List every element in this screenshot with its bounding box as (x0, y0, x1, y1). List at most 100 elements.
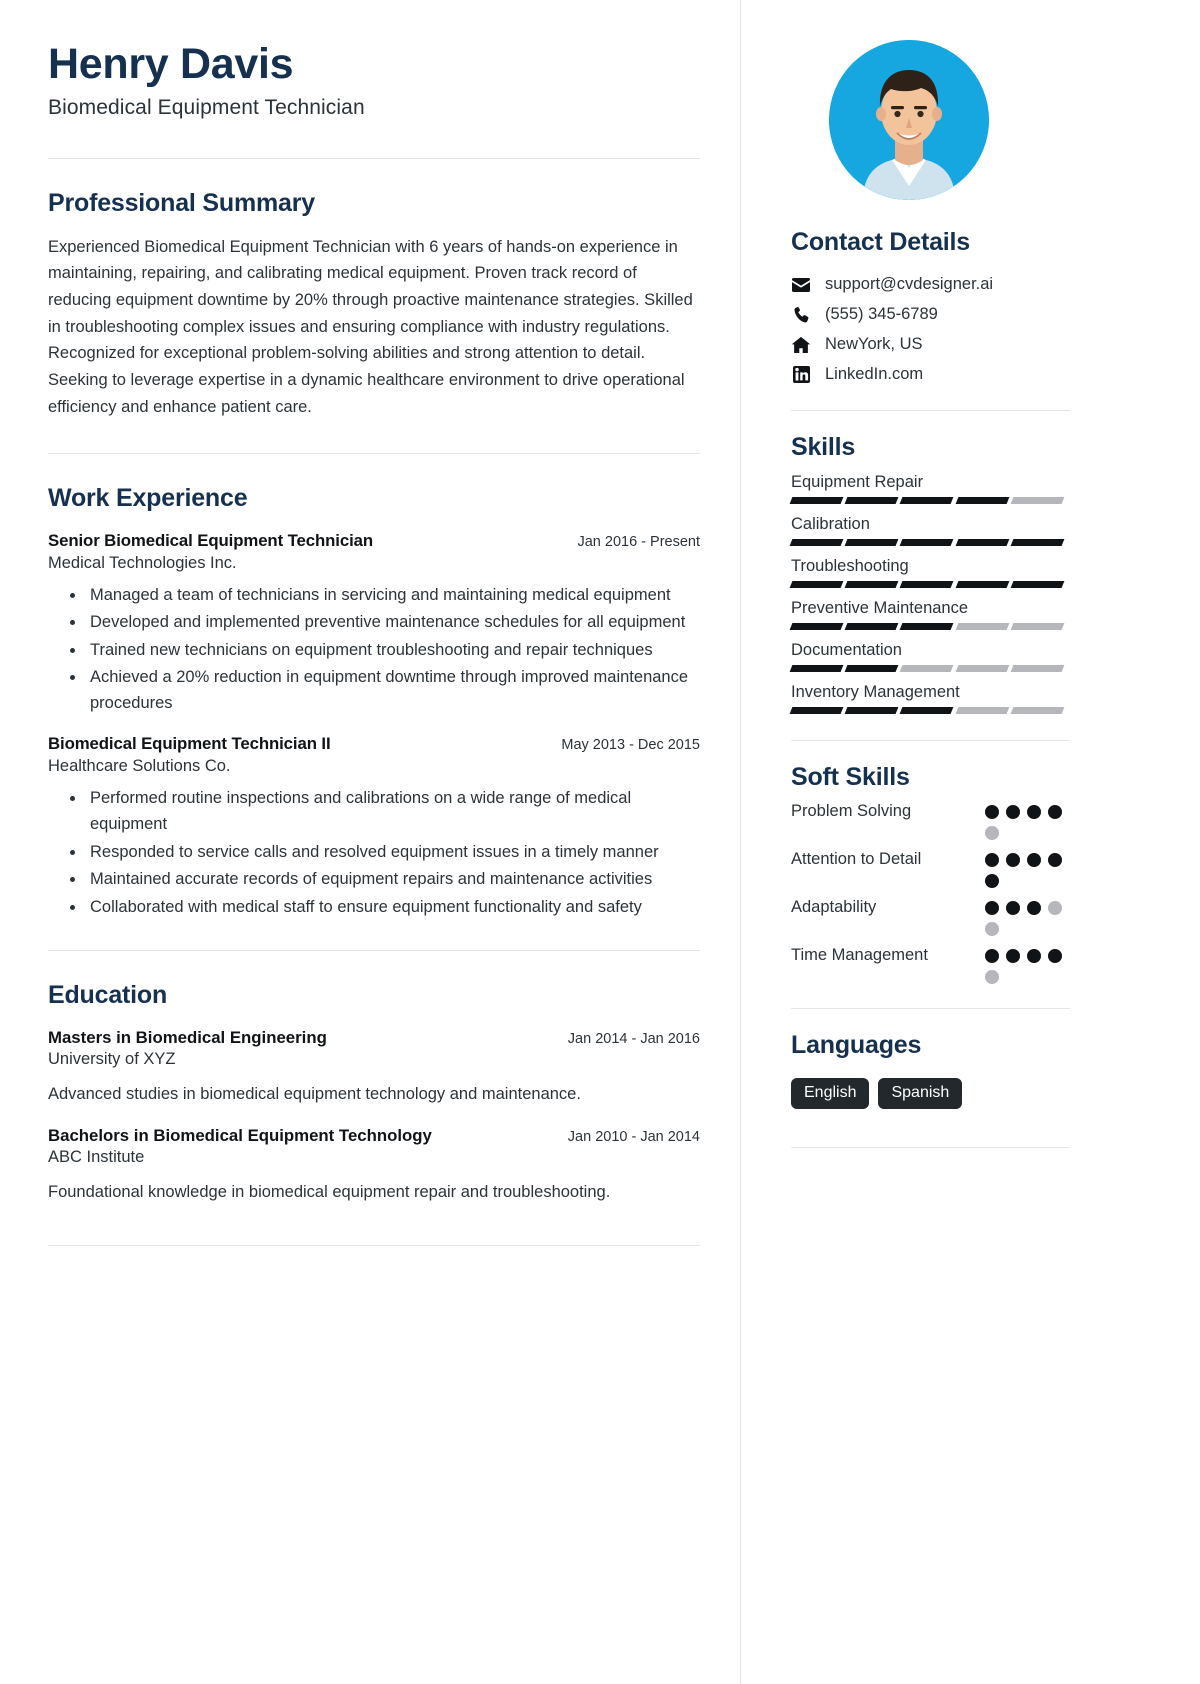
skill-segment (1010, 665, 1065, 672)
education-description: Foundational knowledge in biomedical equ… (48, 1182, 611, 1201)
skill-label: Documentation (791, 641, 902, 659)
skill-segment (955, 497, 1010, 504)
skill-item: Troubleshooting (789, 557, 1070, 588)
soft-skill-dot (1006, 949, 1020, 963)
soft-skill-dot (985, 826, 999, 840)
soft-skill-label: Adaptability (791, 898, 877, 916)
soft-skill-dot (985, 874, 999, 888)
section-skills: Skills Equipment Repair Calibration Trou… (789, 433, 1070, 714)
skill-segment (955, 665, 1010, 672)
skill-level-bar (789, 665, 1065, 672)
skill-item: Documentation (789, 641, 1070, 672)
experience-entry-header: Senior Biomedical Equipment Technician J… (48, 531, 700, 551)
section-work-experience: Work Experience Senior Biomedical Equipm… (48, 484, 700, 921)
experience-entry: Biomedical Equipment Technician II May 2… (48, 734, 700, 920)
soft-skill-dot (1048, 853, 1062, 867)
education-school: University of XYZ (48, 1050, 176, 1069)
contact-list: support@cvdesigner.ai (555) 345-6789 New… (791, 275, 1070, 384)
job-bullet: Achieved a 20% reduction in equipment do… (86, 665, 700, 716)
skill-segment (844, 665, 899, 672)
skill-label: Inventory Management (791, 683, 960, 701)
experience-entry-header: Biomedical Equipment Technician II May 2… (48, 734, 700, 754)
job-company: Healthcare Solutions Co. (48, 757, 231, 776)
job-bullet: Developed and implemented preventive mai… (86, 610, 700, 636)
skill-segment (789, 497, 844, 504)
job-date: Jan 2016 - Present (577, 533, 700, 550)
skill-item: Equipment Repair (789, 473, 1070, 504)
soft-skill-dot (985, 922, 999, 936)
sidebar-column: Contact Details support@cvdesigner.ai (5… (741, 0, 1200, 1684)
soft-skill-item: Time Management (791, 945, 1070, 984)
soft-skill-label: Attention to Detail (791, 850, 922, 868)
job-bullet-list: Managed a team of technicians in servici… (48, 583, 700, 717)
skill-item: Inventory Management (789, 683, 1070, 714)
soft-skill-item: Attention to Detail (791, 849, 1070, 888)
education-degree: Bachelors in Biomedical Equipment Techno… (48, 1125, 432, 1145)
linkedin-icon (791, 366, 811, 384)
section-contact-details: Contact Details support@cvdesigner.ai (5… (791, 228, 1070, 384)
section-heading-soft-skills: Soft Skills (791, 763, 910, 791)
skill-segment (899, 623, 955, 630)
contact-item[interactable]: support@cvdesigner.ai (791, 275, 1070, 294)
skill-label: Equipment Repair (791, 473, 924, 491)
divider (791, 410, 1070, 411)
education-entry-header: Bachelors in Biomedical Equipment Techno… (48, 1126, 700, 1146)
section-heading-experience: Work Experience (48, 483, 248, 512)
contact-value: support@cvdesigner.ai (825, 275, 994, 293)
contact-value: (555) 345-6789 (825, 305, 938, 323)
soft-skill-dot (1006, 901, 1020, 915)
education-entry: Bachelors in Biomedical Equipment Techno… (48, 1126, 700, 1206)
soft-skill-dot (985, 901, 999, 915)
section-heading-summary: Professional Summary (48, 188, 315, 217)
job-bullet: Collaborated with medical staff to ensur… (86, 895, 700, 921)
main-column: Henry Davis Biomedical Equipment Technic… (0, 0, 740, 1684)
contact-item[interactable]: (555) 345-6789 (791, 305, 1070, 324)
soft-skill-label: Problem Solving (791, 802, 912, 820)
skill-segment (1010, 707, 1065, 714)
job-role: Biomedical Equipment Technician II (48, 734, 331, 754)
skill-segment (955, 539, 1010, 546)
education-entry-header: Masters in Biomedical Engineering Jan 20… (48, 1028, 700, 1048)
skill-segment (899, 581, 955, 588)
contact-value: NewYork, US (825, 335, 923, 353)
soft-skill-rating (985, 801, 1070, 840)
skill-level-bar (789, 623, 1065, 630)
soft-skill-dot (1027, 901, 1041, 915)
skill-segment (789, 581, 844, 588)
language-chip: Spanish (878, 1078, 963, 1109)
soft-skill-item: Adaptability (791, 897, 1070, 936)
skill-segment (844, 623, 899, 630)
section-heading-languages: Languages (791, 1031, 922, 1059)
home-icon (791, 336, 811, 354)
divider (791, 1008, 1070, 1009)
education-date: Jan 2014 - Jan 2016 (567, 1031, 700, 1048)
divider (48, 157, 700, 159)
contact-item[interactable]: NewYork, US (791, 335, 1070, 354)
section-languages: Languages English Spanish (791, 1031, 1070, 1109)
soft-skill-dot (1048, 949, 1062, 963)
languages-list: English Spanish (791, 1078, 1070, 1109)
skill-level-bar (789, 497, 1065, 504)
skill-level-bar (789, 707, 1065, 714)
soft-skill-dot (985, 949, 999, 963)
skill-segment (844, 581, 899, 588)
skill-segment (955, 623, 1010, 630)
skill-segment (899, 665, 955, 672)
job-date: May 2013 - Dec 2015 (561, 737, 700, 754)
job-role: Senior Biomedical Equipment Technician (48, 530, 374, 550)
divider (791, 740, 1070, 741)
skill-level-bar (789, 539, 1065, 546)
soft-skill-dot (985, 805, 999, 819)
education-description: Advanced studies in biomedical equipment… (48, 1085, 581, 1104)
soft-skill-dot (1027, 949, 1041, 963)
skill-segment (955, 581, 1010, 588)
contact-item[interactable]: LinkedIn.com (791, 365, 1070, 384)
soft-skill-rating (985, 897, 1070, 936)
skill-segment (844, 707, 899, 714)
job-company: Medical Technologies Inc. (48, 553, 237, 572)
skill-segment (1010, 497, 1065, 504)
soft-skills-list: Problem Solving Attention to Detail Adap… (791, 801, 1070, 984)
section-heading-skills: Skills (791, 433, 856, 461)
job-bullet-list: Performed routine inspections and calibr… (48, 786, 700, 920)
soft-skill-dot (1027, 805, 1041, 819)
